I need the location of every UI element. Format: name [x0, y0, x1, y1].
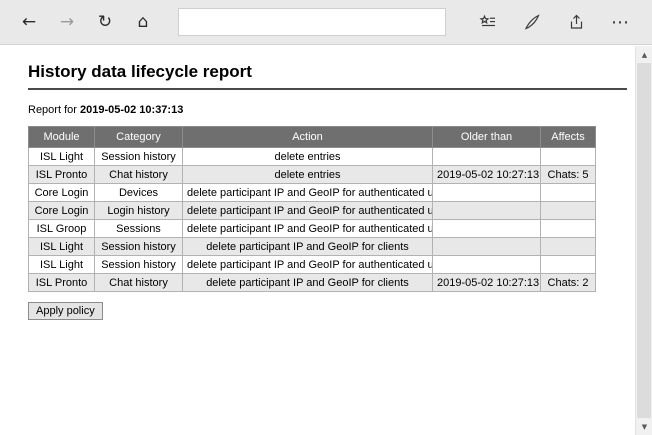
table-cell: delete participant IP and GeoIP for auth…: [183, 184, 433, 202]
table-cell: ISL Pronto: [29, 274, 95, 292]
table-cell: delete entries: [183, 148, 433, 166]
scroll-down-icon[interactable]: ▼: [636, 418, 652, 435]
address-bar-input[interactable]: [178, 8, 446, 36]
share-icon[interactable]: [559, 5, 593, 39]
table-cell: Chat history: [95, 274, 183, 292]
back-icon[interactable]: ←: [12, 5, 46, 39]
title-divider: [28, 88, 627, 90]
table-row: ISL Groop Sessions delete participant IP…: [29, 220, 596, 238]
table-cell: [541, 184, 596, 202]
scrollbar-thumb[interactable]: [637, 63, 651, 418]
page-title: History data lifecycle report: [28, 62, 627, 82]
table-cell: [541, 238, 596, 256]
forward-icon[interactable]: →: [50, 5, 84, 39]
more-options-icon[interactable]: ⋯: [603, 5, 637, 39]
column-header-action: Action: [183, 127, 433, 148]
table-cell: delete participant IP and GeoIP for auth…: [183, 202, 433, 220]
table-cell: Sessions: [95, 220, 183, 238]
column-header-affects: Affects: [541, 127, 596, 148]
table-cell: 2019-05-02 10:27:13: [433, 274, 541, 292]
column-header-module: Module: [29, 127, 95, 148]
column-header-older-than: Older than: [433, 127, 541, 148]
table-row: ISL Light Session history delete partici…: [29, 238, 596, 256]
table-header-row: Module Category Action Older than Affect…: [29, 127, 596, 148]
table-row: Core Login Devices delete participant IP…: [29, 184, 596, 202]
table-row: ISL Pronto Chat history delete entries 2…: [29, 166, 596, 184]
table-cell: ISL Light: [29, 256, 95, 274]
table-cell: delete participant IP and GeoIP for clie…: [183, 274, 433, 292]
table-cell: Devices: [95, 184, 183, 202]
table-cell: [433, 184, 541, 202]
scroll-up-icon[interactable]: ▲: [636, 46, 652, 63]
report-for-label: Report for: [28, 104, 80, 116]
page-content: History data lifecycle report Report for…: [0, 46, 635, 435]
table-cell: Core Login: [29, 184, 95, 202]
web-note-pen-icon[interactable]: [515, 5, 549, 39]
refresh-icon[interactable]: ↻: [88, 5, 122, 39]
table-cell: delete entries: [183, 166, 433, 184]
table-cell: [433, 220, 541, 238]
report-timestamp: 2019-05-02 10:37:13: [80, 104, 183, 116]
vertical-scrollbar[interactable]: ▲ ▼: [635, 46, 652, 435]
toolbar-right-icons: ⋯: [466, 5, 642, 39]
table-row: Core Login Login history delete particip…: [29, 202, 596, 220]
table-cell: [541, 256, 596, 274]
table-cell: Session history: [95, 238, 183, 256]
table-cell: Session history: [95, 148, 183, 166]
home-icon[interactable]: ⌂: [126, 5, 160, 39]
browser-toolbar: ← → ↻ ⌂ ⋯: [0, 0, 652, 45]
table-cell: Chats: 2: [541, 274, 596, 292]
table-row: ISL Light Session history delete partici…: [29, 256, 596, 274]
table-cell: Core Login: [29, 202, 95, 220]
apply-policy-button[interactable]: Apply policy: [28, 302, 103, 320]
table-cell: [433, 256, 541, 274]
table-row: ISL Pronto Chat history delete participa…: [29, 274, 596, 292]
table-cell: Login history: [95, 202, 183, 220]
table-cell: Chat history: [95, 166, 183, 184]
lifecycle-report-table: Module Category Action Older than Affect…: [28, 126, 596, 292]
table-cell: [541, 148, 596, 166]
table-cell: Chats: 5: [541, 166, 596, 184]
table-cell: [541, 202, 596, 220]
table-cell: [433, 202, 541, 220]
table-cell: Session history: [95, 256, 183, 274]
table-cell: [541, 220, 596, 238]
table-row: ISL Light Session history delete entries: [29, 148, 596, 166]
table-cell: ISL Light: [29, 148, 95, 166]
table-cell: [433, 148, 541, 166]
table-cell: delete participant IP and GeoIP for clie…: [183, 238, 433, 256]
column-header-category: Category: [95, 127, 183, 148]
report-timestamp-line: Report for 2019-05-02 10:37:13: [28, 104, 627, 116]
favorites-hub-icon[interactable]: [471, 5, 505, 39]
table-cell: ISL Light: [29, 238, 95, 256]
table-cell: delete participant IP and GeoIP for auth…: [183, 220, 433, 238]
table-cell: [433, 238, 541, 256]
table-cell: ISL Pronto: [29, 166, 95, 184]
table-cell: 2019-05-02 10:27:13: [433, 166, 541, 184]
table-cell: ISL Groop: [29, 220, 95, 238]
table-cell: delete participant IP and GeoIP for auth…: [183, 256, 433, 274]
